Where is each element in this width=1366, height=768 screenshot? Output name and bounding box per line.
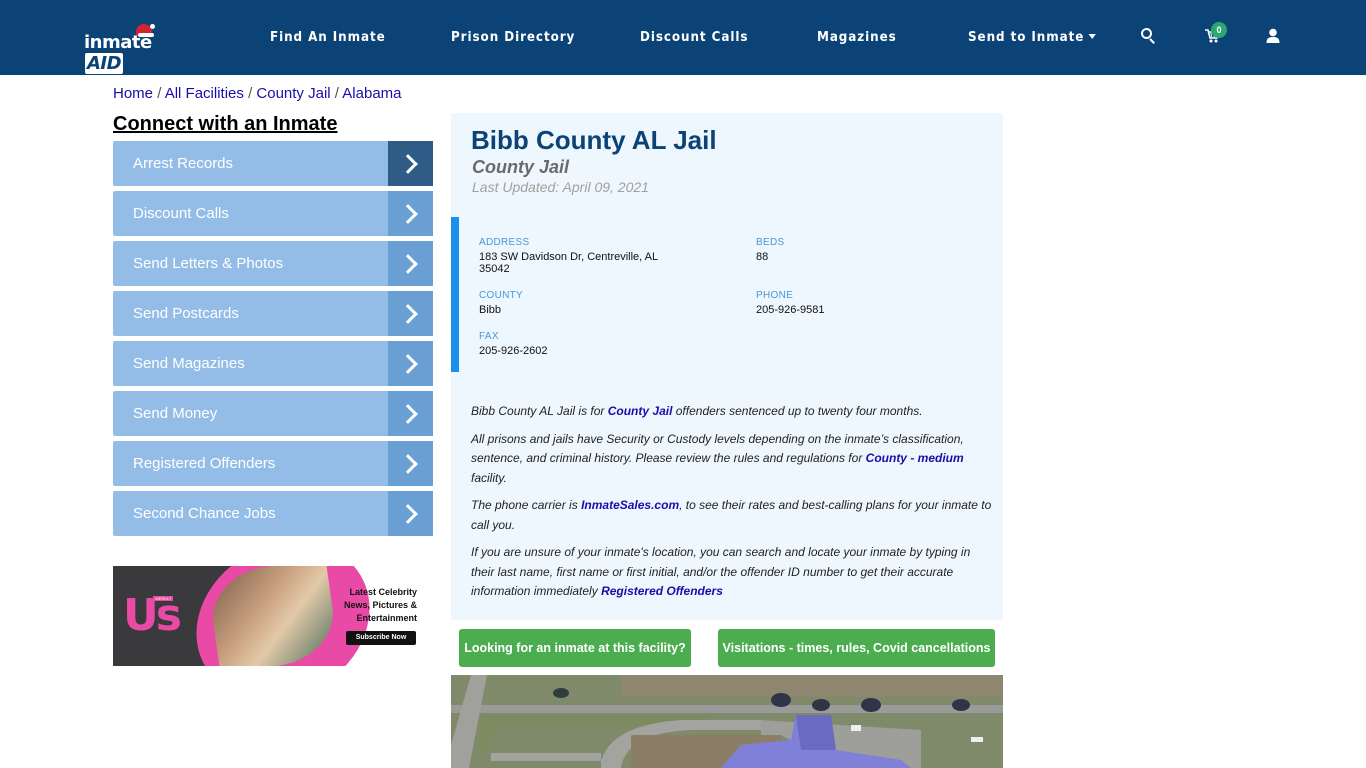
- satellite-image: [451, 675, 1003, 768]
- caret-down-icon: [1088, 34, 1097, 39]
- sidebar-item-label: Send Letters & Photos: [133, 255, 284, 272]
- sidebar-item-label: Second Chance Jobs: [133, 505, 276, 522]
- breadcrumb-county-jail[interactable]: County Jail: [256, 85, 330, 102]
- phone-value: 205-926-9581: [756, 304, 825, 316]
- nav-prison-directory[interactable]: Prison Directory: [451, 30, 575, 45]
- ad-brand-tag: WEEKLY: [153, 596, 174, 601]
- user-icon[interactable]: [1266, 28, 1280, 44]
- county-jail-link[interactable]: County Jail: [608, 404, 673, 418]
- address-label: ADDRESS: [479, 237, 530, 248]
- nav-discount-calls[interactable]: Discount Calls: [640, 30, 748, 45]
- chevron-right-icon: [388, 191, 433, 236]
- sidebar-item-label: Registered Offenders: [133, 455, 276, 472]
- nav-send-to-inmate[interactable]: Send to Inmate: [968, 30, 1097, 45]
- breadcrumb-all-facilities[interactable]: All Facilities: [165, 85, 244, 102]
- nav-send-to-inmate-label: Send to Inmate: [968, 30, 1085, 45]
- county-medium-link[interactable]: County - medium: [866, 451, 964, 465]
- fax-label: FAX: [479, 331, 499, 342]
- beds-value: 88: [756, 251, 769, 263]
- chevron-right-icon: [388, 341, 433, 386]
- logo-text: inmate: [84, 32, 152, 53]
- inmateaid-logo[interactable]: inmateAID: [84, 22, 184, 74]
- sidebar-item-send-magazines[interactable]: Send Magazines: [113, 341, 433, 386]
- nav-find-an-inmate[interactable]: Find An Inmate: [270, 30, 386, 45]
- chevron-right-icon: [388, 441, 433, 486]
- description-paragraph: Bibb County AL Jail is for County Jail o…: [471, 404, 923, 418]
- search-icon[interactable]: [1141, 28, 1157, 44]
- chevron-right-icon: [388, 291, 433, 336]
- cart-count-badge: 0: [1211, 22, 1227, 38]
- chevron-right-icon: [388, 491, 433, 536]
- beds-label: BEDS: [756, 237, 785, 248]
- breadcrumb: Home / All Facilities / County Jail / Al…: [113, 85, 402, 102]
- facility-title: Bibb County AL Jail: [471, 125, 717, 155]
- sidebar-item-label: Send Postcards: [133, 305, 239, 322]
- sidebar-item-arrest-records[interactable]: Arrest Records: [113, 141, 433, 186]
- fax-value: 205-926-2602: [479, 345, 548, 357]
- sidebar-item-label: Send Magazines: [133, 355, 245, 372]
- beds-field: BEDS 88: [756, 237, 784, 263]
- county-value: Bibb: [479, 304, 502, 316]
- facility-info-block: ADDRESS 183 SW Davidson Dr, Centreville,…: [451, 217, 1003, 372]
- last-updated: Last Updated: April 09, 2021: [472, 179, 649, 195]
- county-field: COUNTY Bibb: [479, 290, 523, 316]
- us-weekly-ad-banner[interactable]: Us WEEKLY Latest Celebrity News, Picture…: [113, 566, 433, 666]
- nav-magazines[interactable]: Magazines: [817, 30, 897, 45]
- chevron-right-icon: [388, 141, 433, 186]
- sidebar-item-send-money[interactable]: Send Money: [113, 391, 433, 436]
- phone-field: PHONE 205-926-9581: [756, 290, 825, 316]
- chevron-right-icon: [388, 391, 433, 436]
- chevron-right-icon: [388, 241, 433, 286]
- sidebar-menu: Arrest Records Discount Calls Send Lette…: [113, 141, 433, 541]
- address-value: 183 SW Davidson Dr, Centreville, AL 3504…: [479, 251, 658, 275]
- description-paragraph: All prisons and jails have Security or C…: [471, 431, 964, 485]
- facility-description: Bibb County AL Jail is for County Jail o…: [471, 402, 996, 610]
- breadcrumb-alabama[interactable]: Alabama: [342, 85, 401, 102]
- sidebar-item-discount-calls[interactable]: Discount Calls: [113, 191, 433, 236]
- facility-satellite-map[interactable]: [451, 675, 1003, 768]
- ad-subscribe-button[interactable]: Subscribe Now: [346, 631, 416, 645]
- fax-field: FAX 205-926-2602: [479, 331, 548, 357]
- sidebar-item-send-postcards[interactable]: Send Postcards: [113, 291, 433, 336]
- sidebar-item-label: Discount Calls: [133, 205, 229, 222]
- breadcrumb-separator: /: [157, 85, 165, 102]
- facility-panel: Bibb County AL Jail County Jail Last Upd…: [451, 113, 1003, 620]
- top-navbar: inmateAID Find An Inmate Prison Director…: [0, 0, 1366, 75]
- address-field: ADDRESS 183 SW Davidson Dr, Centreville,…: [479, 237, 679, 275]
- phone-label: PHONE: [756, 290, 794, 301]
- find-inmate-button[interactable]: Looking for an inmate at this facility?: [459, 629, 691, 667]
- logo-accent: AID: [85, 53, 124, 74]
- facility-type: County Jail: [472, 157, 570, 177]
- breadcrumb-home[interactable]: Home: [113, 85, 153, 102]
- sidebar-item-second-chance-jobs[interactable]: Second Chance Jobs: [113, 491, 433, 536]
- description-paragraph: The phone carrier is InmateSales.com, to…: [471, 498, 992, 532]
- county-label: COUNTY: [479, 290, 524, 301]
- ad-headline: Latest Celebrity News, Pictures & Entert…: [343, 587, 417, 623]
- inmatesales-link[interactable]: InmateSales.com: [581, 498, 679, 512]
- sidebar-item-label: Send Money: [133, 405, 218, 422]
- sidebar-title[interactable]: Connect with an Inmate: [113, 113, 337, 136]
- sidebar-item-registered-offenders[interactable]: Registered Offenders: [113, 441, 433, 486]
- sidebar-item-label: Arrest Records: [133, 155, 234, 172]
- accent-bar: [451, 217, 459, 372]
- description-paragraph: If you are unsure of your inmate's locat…: [471, 545, 971, 598]
- visitations-button[interactable]: Visitations - times, rules, Covid cancel…: [718, 629, 995, 667]
- sidebar-item-send-letters-photos[interactable]: Send Letters & Photos: [113, 241, 433, 286]
- registered-offenders-link[interactable]: Registered Offenders: [601, 584, 723, 598]
